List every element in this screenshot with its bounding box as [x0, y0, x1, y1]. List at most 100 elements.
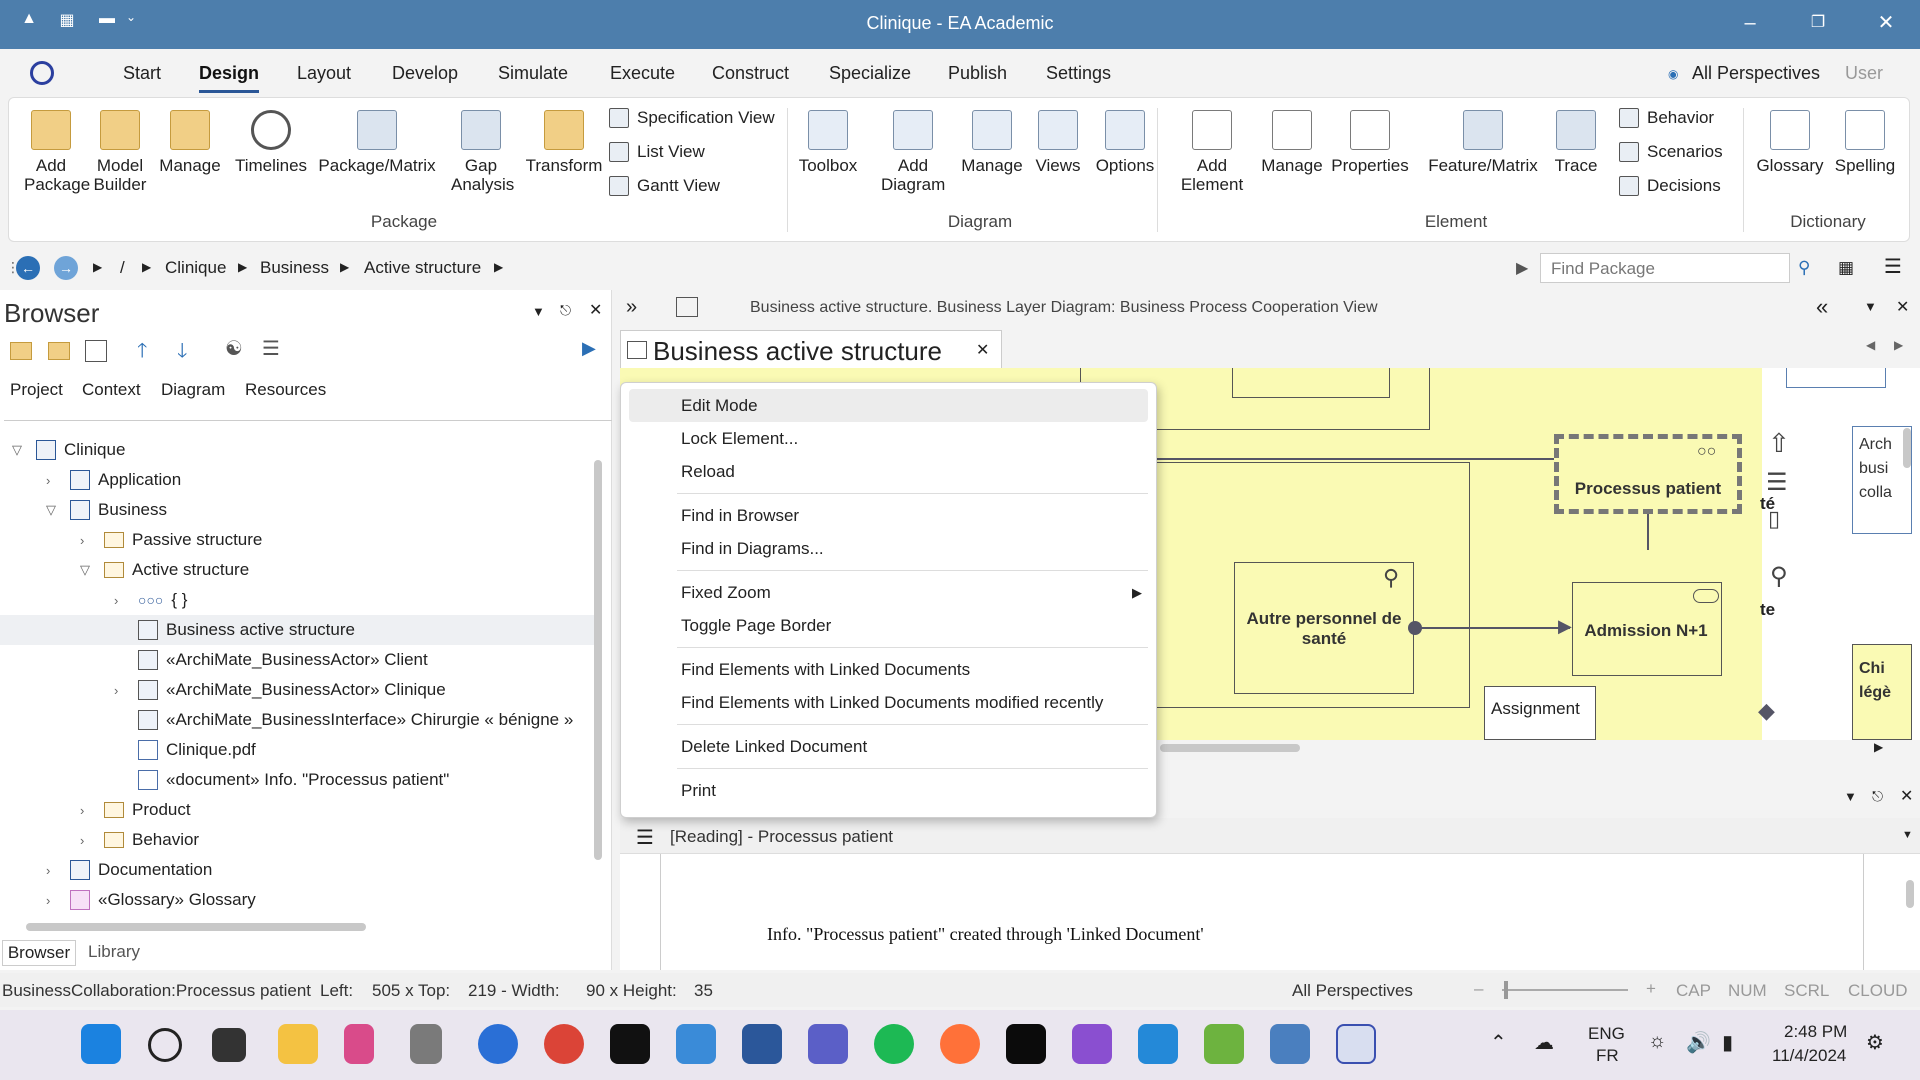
webstorm-icon[interactable]: [1006, 1024, 1046, 1064]
timelines-button[interactable]: Timelines: [233, 110, 309, 175]
play-icon[interactable]: ▶: [1516, 258, 1528, 278]
language-fr[interactable]: FR: [1596, 1046, 1619, 1066]
tree-item-clinique-actor[interactable]: › «ArchiMate_BusinessActor» Clinique: [114, 675, 446, 705]
close-tab-icon[interactable]: ✕: [976, 340, 989, 360]
menu-item-find-in-browser[interactable]: Find in Browser: [629, 499, 1148, 532]
chevron-right-icon[interactable]: ›: [46, 893, 62, 908]
chevron-right-icon[interactable]: ›: [80, 803, 96, 818]
windows-start-icon[interactable]: [81, 1024, 121, 1064]
calculator-icon[interactable]: [410, 1024, 442, 1064]
app-icon[interactable]: [1270, 1024, 1310, 1064]
app-icon[interactable]: [1204, 1024, 1244, 1064]
diagram-manage-button[interactable]: Manage: [957, 110, 1027, 175]
zoom-in-button[interactable]: +: [1646, 979, 1656, 999]
tree-item-clinique-pdf[interactable]: Clinique.pdf: [138, 735, 256, 765]
chevron-down-icon[interactable]: ▼: [1864, 299, 1877, 314]
menu-item-reload[interactable]: Reload: [629, 455, 1148, 488]
tree-item-business-active-structure[interactable]: Business active structure: [0, 615, 600, 645]
note-icon[interactable]: ▯: [1768, 506, 1780, 532]
chevron-down-icon[interactable]: ▼: [1844, 789, 1857, 804]
perspectives-dropdown[interactable]: All Perspectives: [1692, 63, 1820, 84]
element-autre-personnel[interactable]: ⚲ Autre personnel de santé: [1234, 562, 1414, 694]
element-box-right[interactable]: [1786, 368, 1886, 388]
glossary-button[interactable]: Glossary: [1753, 110, 1827, 175]
menu-item-find-linked-docs-recent[interactable]: Find Elements with Linked Documents modi…: [629, 686, 1148, 719]
feature-matrix-button[interactable]: Feature/Matrix: [1421, 110, 1545, 175]
teams-icon[interactable]: [808, 1024, 848, 1064]
ea-menu-icon[interactable]: [30, 61, 54, 85]
zoom-slider-thumb[interactable]: [1504, 981, 1508, 999]
gap-analysis-button[interactable]: Gap Analysis: [445, 110, 517, 194]
tab-simulate[interactable]: Simulate: [498, 63, 568, 84]
menu-item-delete-linked-document[interactable]: Delete Linked Document: [629, 730, 1148, 763]
battery-icon[interactable]: ▮: [1722, 1030, 1733, 1055]
menu-item-print[interactable]: Print: [629, 774, 1148, 807]
tab-project[interactable]: Project: [10, 380, 63, 400]
close-icon[interactable]: ✕: [1900, 786, 1913, 806]
breadcrumb-business[interactable]: Business: [260, 258, 329, 278]
menu-icon[interactable]: ☰: [262, 336, 280, 361]
breadcrumb-active-structure[interactable]: Active structure: [364, 258, 481, 278]
scroll-right-icon[interactable]: ▶: [1874, 740, 1883, 754]
tree-item-info-document[interactable]: «document» Info. "Processus patient": [138, 765, 449, 795]
tab-design[interactable]: Design: [199, 63, 260, 93]
new-package-icon[interactable]: [10, 342, 32, 360]
tree-scrollbar[interactable]: [592, 440, 604, 900]
package-manage-button[interactable]: Manage: [155, 110, 225, 175]
toolbox-button[interactable]: Toolbox: [793, 110, 863, 175]
enterprise-architect-icon[interactable]: [1336, 1024, 1376, 1064]
tree-item-clinique[interactable]: ▽ Clinique: [12, 435, 125, 465]
tree-item-business[interactable]: ▽ Business: [46, 495, 167, 525]
task-view-icon[interactable]: [212, 1028, 246, 1062]
decisions-button[interactable]: Decisions: [1619, 176, 1721, 196]
transform-button[interactable]: Transform: [519, 110, 609, 175]
forward-icon[interactable]: →: [54, 256, 78, 280]
chevron-down-icon[interactable]: ▽: [80, 562, 96, 578]
new-diagram-icon[interactable]: [85, 340, 107, 362]
chevron-down-icon[interactable]: ▽: [46, 502, 62, 518]
list-icon[interactable]: ☰: [1766, 468, 1788, 497]
tree-item-behavior[interactable]: › Behavior: [80, 825, 199, 855]
tab-construct[interactable]: Construct: [712, 63, 789, 84]
language-eng[interactable]: ENG: [1588, 1024, 1625, 1044]
volume-icon[interactable]: 🔊: [1686, 1030, 1711, 1055]
search-icon[interactable]: [148, 1028, 182, 1062]
move-up-icon[interactable]: 🡑: [137, 336, 147, 370]
menu-item-edit-mode[interactable]: Edit Mode: [629, 389, 1148, 422]
package-matrix-button[interactable]: Package/Matrix: [315, 110, 439, 175]
trace-button[interactable]: Trace: [1547, 110, 1605, 175]
double-chevron-left-icon[interactable]: «: [1816, 294, 1828, 320]
move-down-icon[interactable]: 🡓: [177, 336, 187, 370]
tree-item-application[interactable]: › Application: [46, 465, 181, 495]
add-element-button[interactable]: Add Element: [1169, 110, 1255, 194]
chevron-right-icon[interactable]: ›: [114, 683, 130, 698]
close-button[interactable]: ✕: [1866, 10, 1906, 36]
new-folder-icon[interactable]: [48, 342, 70, 360]
search-icon[interactable]: ⚲: [1798, 258, 1810, 278]
close-icon[interactable]: ✕: [589, 300, 602, 320]
double-chevron-right-icon[interactable]: »: [626, 296, 637, 319]
visual-studio-icon[interactable]: [1072, 1024, 1112, 1064]
tab-resources[interactable]: Resources: [245, 380, 326, 400]
menu-item-find-in-diagrams[interactable]: Find in Diagrams...: [629, 532, 1148, 565]
app-icon[interactable]: [478, 1024, 518, 1064]
clock-time[interactable]: 2:48 PM: [1784, 1022, 1847, 1042]
chevron-right-icon[interactable]: ›: [46, 863, 62, 878]
chevron-up-icon[interactable]: ⌃: [1490, 1030, 1507, 1055]
status-perspectives[interactable]: All Perspectives: [1292, 981, 1413, 1001]
menu-item-lock-element[interactable]: Lock Element...: [629, 422, 1148, 455]
hscroll-thumb[interactable]: [1160, 744, 1300, 752]
note-assignment[interactable]: Assignment: [1484, 686, 1596, 740]
tree-item-active-structure[interactable]: ▽ Active structure: [80, 555, 249, 585]
element-box[interactable]: [1232, 368, 1390, 398]
tab-specialize[interactable]: Specialize: [829, 63, 911, 84]
tab-business-active-structure[interactable]: Business active structure ✕: [620, 330, 1002, 370]
spelling-button[interactable]: Spelling: [1829, 110, 1901, 175]
powershell-icon[interactable]: [676, 1024, 716, 1064]
add-diagram-button[interactable]: Add Diagram: [873, 110, 953, 194]
linked-doc-editor[interactable]: Info. "Processus patient" created throug…: [660, 854, 1864, 970]
pin-icon[interactable]: ⎋: [1872, 788, 1883, 805]
locate-icon[interactable]: ☯: [225, 336, 243, 361]
scenarios-button[interactable]: Scenarios: [1619, 142, 1723, 162]
tree-item-chirurgie[interactable]: «ArchiMate_BusinessInterface» Chirurgie …: [138, 705, 573, 735]
